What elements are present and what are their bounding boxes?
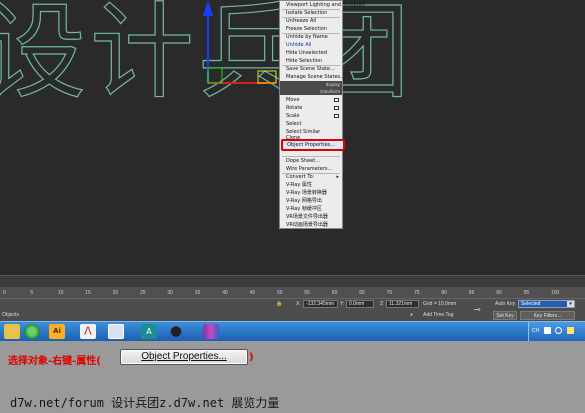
taskbar: Ai ⋀ A CH — [0, 321, 585, 342]
lock-icon[interactable]: 🔒 — [276, 301, 282, 307]
quad-item-viewport-lighting[interactable]: Viewport Lighting and Shadows — [286, 1, 365, 9]
object-properties-button-illustration[interactable]: Object Properties... — [120, 349, 248, 365]
qq-icon[interactable] — [168, 324, 184, 339]
illustrator-icon[interactable]: Ai — [49, 324, 65, 339]
tray-network-icon[interactable] — [567, 327, 574, 334]
timeline-tick-label: 80 — [441, 290, 447, 296]
key-icon[interactable]: ⊸ — [474, 305, 481, 314]
y-coord-label: Y: — [340, 301, 345, 307]
time-tag-icon: ● — [410, 312, 414, 318]
quad-item-move[interactable]: Move — [286, 96, 299, 104]
input-language-indicator[interactable]: CH — [532, 328, 539, 334]
quad-item-vray-frame-buffer[interactable]: V-Ray 帧缓冲区 — [286, 205, 322, 213]
instruction-text: 选择对象-右键-属性( — [8, 356, 101, 367]
x-coord-label: X: — [296, 301, 301, 307]
quad-item-vr-scene-exporter[interactable]: VR场景文件导出器 — [286, 213, 328, 221]
winrar-icon[interactable] — [203, 324, 219, 339]
quad-item-hide-selection[interactable]: Hide Selection — [286, 57, 322, 65]
quad-item-save-scene-state[interactable]: Save Scene State... — [286, 65, 335, 73]
quad-header-display: display — [280, 81, 342, 88]
quad-header-transform: transform — [280, 88, 342, 95]
quad-item-vray-mesh-export[interactable]: V-Ray 网格导出 — [286, 197, 322, 205]
add-time-tag[interactable]: Add Time Tag — [423, 312, 453, 318]
quad-item-object-properties[interactable]: Object Properties... — [281, 139, 345, 151]
quad-item-hide-unselected[interactable]: Hide Unselected — [286, 49, 327, 57]
z-coord-label: Z: — [380, 301, 385, 307]
timeline-tick-label: 100 — [551, 290, 560, 296]
timeline-tick-label: 90 — [496, 290, 502, 296]
rotate-settings-icon[interactable] — [334, 106, 339, 110]
auto-key-button[interactable]: Auto Key — [495, 301, 515, 307]
timeline-tick-label: 40 — [222, 290, 228, 296]
timeline-tick-label: 85 — [468, 290, 475, 296]
timeline-tick-label: 0 — [3, 290, 6, 296]
quad-item-select[interactable]: Select — [286, 120, 301, 128]
timeline-tick-label: 75 — [414, 290, 420, 296]
timeline-tick-label: 65 — [359, 290, 365, 296]
acrobat-icon[interactable]: ⋀ — [80, 324, 96, 339]
x-coord-field[interactable]: -132.345mm — [303, 300, 338, 308]
quad-item-rotate[interactable]: Rotate — [286, 104, 302, 112]
quad-item-dope-sheet[interactable]: Dope Sheet... — [286, 157, 320, 165]
timeline-tick-label: 70 — [386, 290, 393, 296]
timeline-tick-label: 10 — [57, 290, 64, 296]
quad-item-vray-properties[interactable]: V-Ray 属性 — [286, 181, 312, 189]
quad-item-convert-to[interactable]: Convert To: — [286, 173, 314, 181]
key-filters-button[interactable]: Key Filters... — [520, 311, 575, 320]
quad-item-object-properties-label: Object Properties... — [287, 142, 335, 148]
timeline-tick-label: 45 — [249, 290, 256, 296]
timeline-tick-label: 20 — [112, 290, 119, 296]
status-selection-text: Objects — [2, 312, 19, 318]
scale-settings-icon[interactable] — [334, 114, 339, 118]
timeline-tick-label: 5 — [30, 290, 34, 296]
quad-item-vr-animation-exporter[interactable]: VR动画场景导出器 — [286, 221, 328, 229]
move-settings-icon[interactable] — [334, 98, 339, 102]
timeline-tick-label: 30 — [167, 290, 173, 296]
timeline-ruler[interactable]: 0 5 10 15 20 25 30 35 40 45 50 55 60 65 70 75 80 85 90 95 10… — [0, 287, 585, 298]
timeline-tick-label: 55 — [304, 290, 310, 296]
tray-globe-icon[interactable] — [555, 327, 562, 334]
footer-watermark: d7w.net/forum 设计兵团z.d7w.net 展览力量 — [10, 396, 280, 410]
instruction-close-paren: ) — [249, 352, 254, 363]
quad-item-unhide-by-name[interactable]: Unhide by Name — [286, 33, 328, 41]
app-window-icon[interactable] — [108, 324, 124, 339]
key-filter-select[interactable]: Selected ▾ — [518, 300, 575, 308]
timeline-tick-label: 15 — [85, 290, 91, 296]
key-filter-select-value: Selected — [521, 301, 541, 307]
quad-item-wire-parameters[interactable]: Wire Parameters... — [286, 165, 332, 173]
quad-item-isolate-selection[interactable]: Isolate Selection — [286, 9, 327, 17]
tray-help-icon[interactable] — [544, 327, 551, 334]
time-slider[interactable] — [0, 275, 585, 287]
z-coord-field[interactable]: 11.321mm — [386, 300, 419, 308]
acad-icon[interactable]: A — [141, 324, 157, 339]
submenu-arrow-icon: ▸ — [336, 174, 339, 180]
quad-item-freeze-selection[interactable]: Freeze Selection — [286, 25, 327, 33]
quad-item-manage-scene-states[interactable]: Manage Scene States... — [286, 73, 345, 81]
timeline-tick-label: 50 — [277, 290, 283, 296]
grid-size-text: Grid = 10.0mm — [423, 301, 457, 307]
quad-menu: Viewport Lighting and Shadows Isolate Se… — [279, 0, 365, 229]
set-key-button[interactable]: Set Key — [493, 311, 517, 320]
ie-icon[interactable] — [24, 324, 40, 339]
object-properties-button-label: Object Properties... — [141, 351, 227, 362]
tutorial-caption: 选择对象-右键-属性( Object Properties... ) d7w.n… — [0, 341, 585, 413]
explorer-icon[interactable] — [4, 324, 20, 339]
quad-item-unfreeze-all[interactable]: Unfreeze All — [286, 17, 316, 25]
quad-item-scale[interactable]: Scale — [286, 112, 299, 120]
system-tray: CH — [528, 322, 585, 342]
timeline-tick-label: 35 — [194, 290, 201, 296]
timeline-tick-label: 95 — [523, 290, 530, 296]
quad-item-vray-scene-converter[interactable]: V-Ray 场景转换器 — [286, 189, 327, 197]
viewport-perspective[interactable]: 设计兵团 Viewport Lighting and Shadows Isola… — [0, 0, 585, 275]
status-bar: Objects 🔒 X: -132.345mm Y: 0.0mm Z: 11.3… — [0, 298, 585, 321]
quad-item-unhide-all[interactable]: Unhide All — [286, 41, 311, 49]
y-coord-field[interactable]: 0.0mm — [346, 300, 374, 308]
timeline-tick-label: 25 — [140, 290, 146, 296]
chevron-down-icon: ▾ — [567, 301, 574, 307]
timeline-tick-label: 60 — [331, 290, 338, 296]
